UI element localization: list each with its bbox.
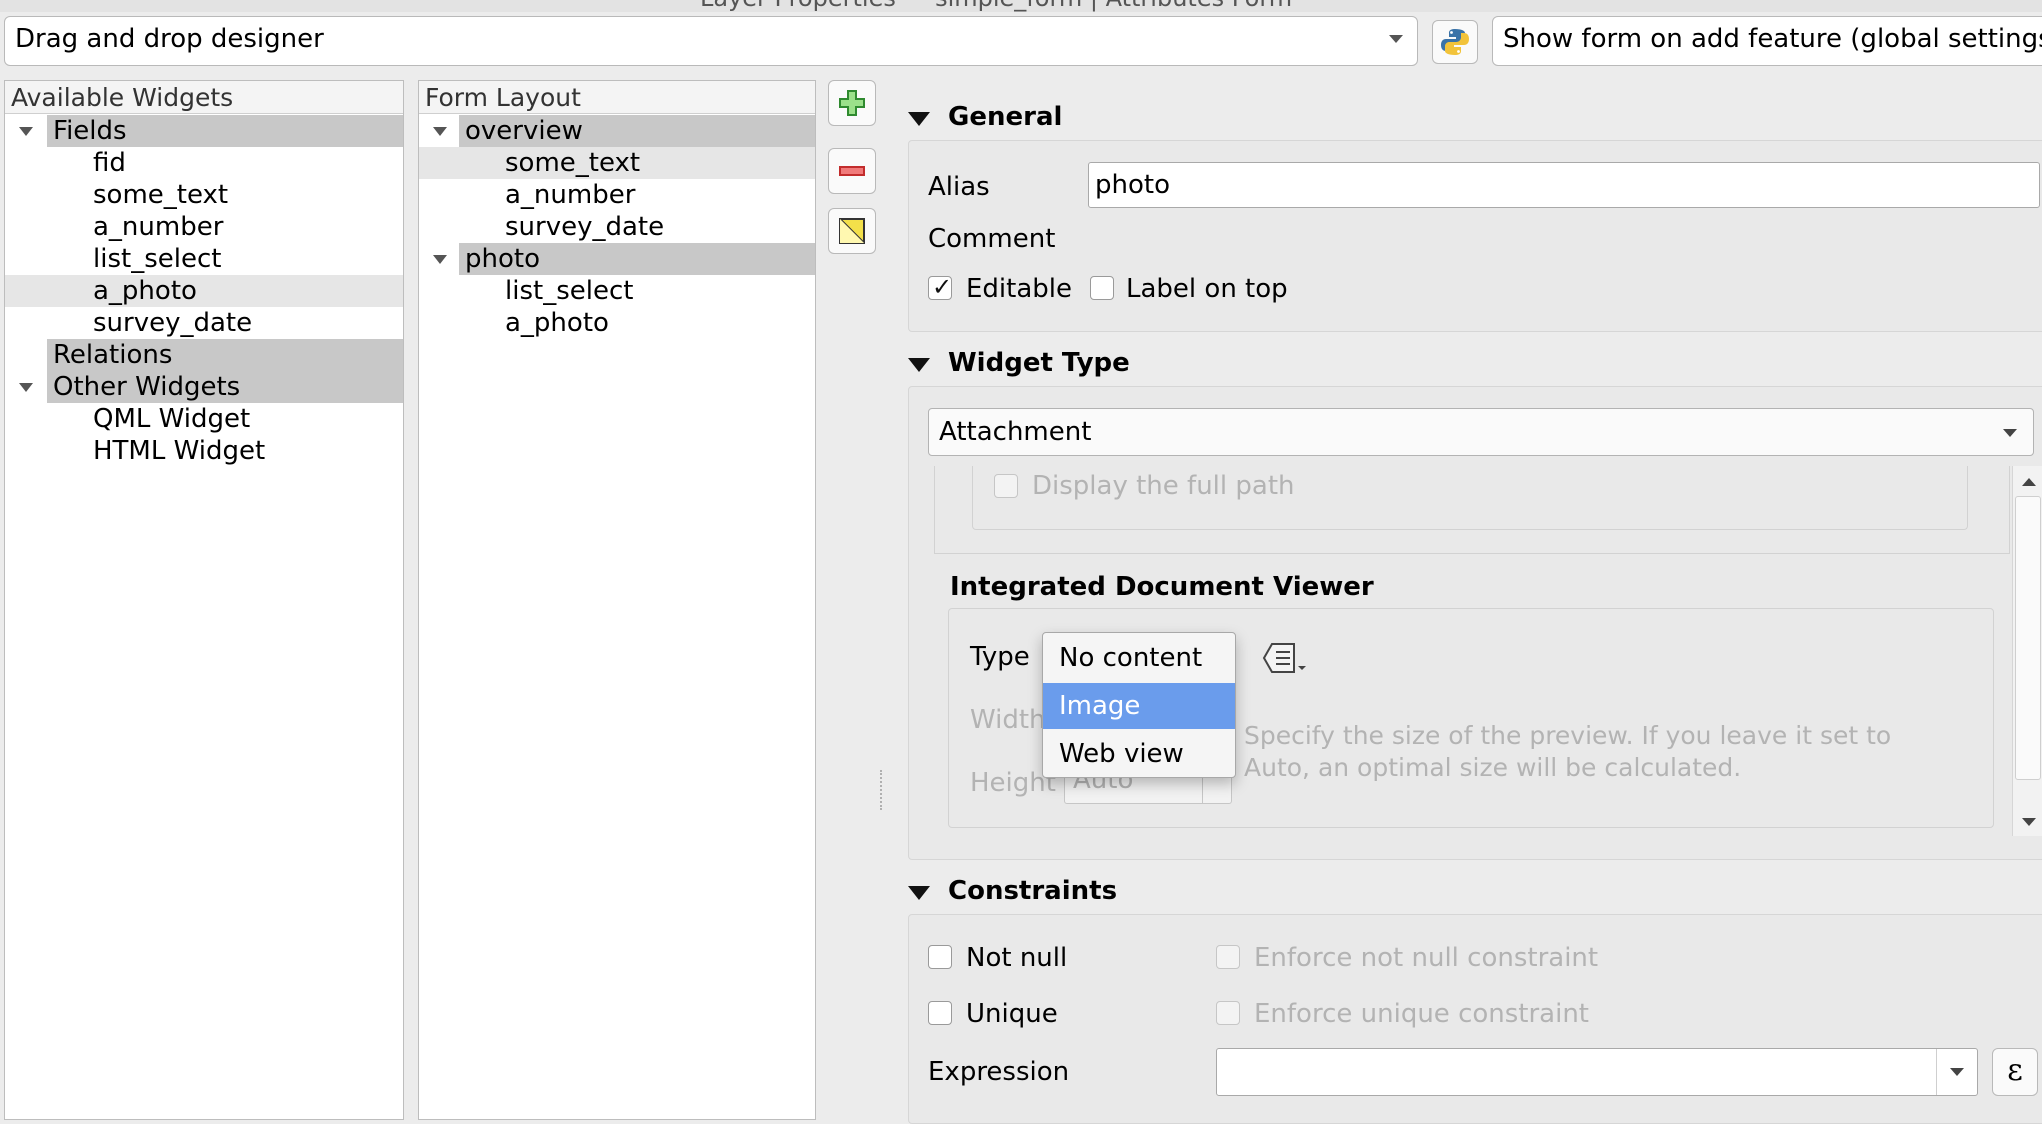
- list-item[interactable]: a_number: [419, 179, 815, 211]
- tree-group-relations[interactable]: Relations: [47, 339, 403, 371]
- tab-overview[interactable]: overview: [459, 115, 815, 147]
- list-item[interactable]: a_number: [5, 211, 403, 243]
- suppress-form-value: Show form on add feature (global setting…: [1503, 24, 2042, 54]
- display-full-path-label: Display the full path: [1032, 471, 1295, 501]
- label-on-top-label: Label on top: [1126, 274, 1288, 304]
- window-titlebar: Layer Properties — simple_form | Attribu…: [0, 0, 2042, 12]
- list-item-selected[interactable]: a_photo: [5, 275, 403, 307]
- viewer-options-button[interactable]: [1262, 640, 1312, 676]
- not-null-checkbox[interactable]: [928, 945, 952, 969]
- list-item[interactable]: HTML Widget: [5, 435, 403, 467]
- unique-label: Unique: [966, 999, 1058, 1029]
- editor-mode-combo[interactable]: Drag and drop designer: [4, 16, 1418, 66]
- list-item[interactable]: some_text: [419, 147, 815, 179]
- not-null-label: Not null: [966, 943, 1068, 973]
- scroll-down-icon[interactable]: [2022, 818, 2036, 826]
- viewer-size-hint: Specify the size of the preview. If you …: [1244, 721, 1892, 782]
- expand-overview-icon[interactable]: [433, 127, 447, 136]
- display-full-path-checkbox[interactable]: [994, 474, 1018, 498]
- chevron-down-icon: [1389, 35, 1403, 43]
- expand-fields-icon[interactable]: [19, 127, 33, 136]
- add-icon: [839, 90, 865, 116]
- list-item[interactable]: list_select: [419, 275, 815, 307]
- checkmark-icon: ✓: [932, 273, 953, 301]
- list-item[interactable]: survey_date: [5, 307, 403, 339]
- chevron-down-icon: [2003, 429, 2017, 437]
- enforce-unique-checkbox[interactable]: [1216, 1001, 1240, 1025]
- expression-history-dropdown[interactable]: [1936, 1049, 1977, 1095]
- collapse-general-icon[interactable]: [908, 112, 930, 126]
- general-title: General: [948, 102, 1063, 132]
- expression-input[interactable]: [1216, 1048, 1978, 1096]
- list-item[interactable]: QML Widget: [5, 403, 403, 435]
- alias-label: Alias: [928, 172, 990, 202]
- invert-selection-icon: [839, 218, 865, 244]
- document-viewer-title: Integrated Document Viewer: [950, 572, 1374, 602]
- enforce-unique-label: Enforce unique constraint: [1254, 999, 1590, 1029]
- dropdown-option[interactable]: Web view: [1043, 731, 1235, 777]
- editable-checkbox[interactable]: ✓: [928, 273, 953, 301]
- form-layout-header: Form Layout: [419, 81, 815, 114]
- list-item[interactable]: fid: [5, 147, 403, 179]
- suppress-form-combo[interactable]: Show form on add feature (global setting…: [1492, 16, 2042, 66]
- list-menu-icon: [1262, 643, 1306, 673]
- viewer-type-label: Type: [970, 642, 1030, 672]
- comment-label: Comment: [928, 224, 1056, 254]
- widget-type-combo[interactable]: Attachment: [928, 408, 2034, 456]
- list-item[interactable]: survey_date: [419, 211, 815, 243]
- label-on-top-checkbox[interactable]: [1090, 276, 1114, 300]
- remove-icon: [839, 166, 865, 176]
- add-container-button[interactable]: [828, 80, 876, 126]
- python-icon: [1441, 29, 1469, 55]
- tree-group-other-widgets[interactable]: Other Widgets: [47, 371, 403, 403]
- alias-input[interactable]: photo: [1088, 162, 2040, 208]
- dropdown-option[interactable]: No content: [1043, 635, 1235, 681]
- expand-photo-icon[interactable]: [433, 255, 447, 264]
- python-init-button[interactable]: [1432, 20, 1478, 64]
- widget-type-title: Widget Type: [948, 348, 1130, 378]
- enforce-not-null-label: Enforce not null constraint: [1254, 943, 1599, 973]
- available-widgets-panel: Available Widgets Fields fid some_text a…: [4, 80, 404, 1120]
- scroll-up-icon[interactable]: [2022, 478, 2036, 486]
- tree-group-label: Fields: [53, 116, 127, 146]
- list-item[interactable]: a_photo: [419, 307, 815, 339]
- collapse-constraints-icon[interactable]: [908, 886, 930, 900]
- widget-config-scrollbar[interactable]: [2012, 466, 2042, 836]
- constraints-title: Constraints: [948, 876, 1118, 906]
- editor-mode-value: Drag and drop designer: [15, 24, 324, 54]
- collapse-widget-type-icon[interactable]: [908, 358, 930, 372]
- list-item[interactable]: list_select: [5, 243, 403, 275]
- epsilon-icon: ε: [2007, 1053, 2023, 1088]
- chevron-down-icon: [1950, 1068, 1964, 1076]
- remove-item-button[interactable]: [828, 148, 876, 194]
- expression-builder-button[interactable]: ε: [1992, 1048, 2038, 1096]
- expand-other-widgets-icon[interactable]: [19, 383, 33, 392]
- viewer-width-label: Width: [970, 705, 1046, 735]
- tab-photo[interactable]: photo: [459, 243, 815, 275]
- unique-checkbox[interactable]: [928, 1001, 952, 1025]
- editable-label: Editable: [966, 274, 1073, 304]
- enforce-not-null-checkbox[interactable]: [1216, 945, 1240, 969]
- list-item[interactable]: some_text: [5, 179, 403, 211]
- dropdown-option-highlighted[interactable]: Image: [1043, 683, 1235, 729]
- tree-group-fields[interactable]: Fields: [47, 115, 403, 147]
- viewer-type-dropdown[interactable]: No content Image Web view: [1042, 632, 1236, 778]
- invert-selection-button[interactable]: [828, 208, 876, 254]
- scrollbar-thumb[interactable]: [2015, 496, 2041, 780]
- expression-label: Expression: [928, 1057, 1070, 1087]
- window-title: Layer Properties — simple_form | Attribu…: [700, 0, 1292, 12]
- available-widgets-header: Available Widgets: [5, 81, 403, 114]
- form-layout-panel: Form Layout overview some_text a_number …: [418, 80, 816, 1120]
